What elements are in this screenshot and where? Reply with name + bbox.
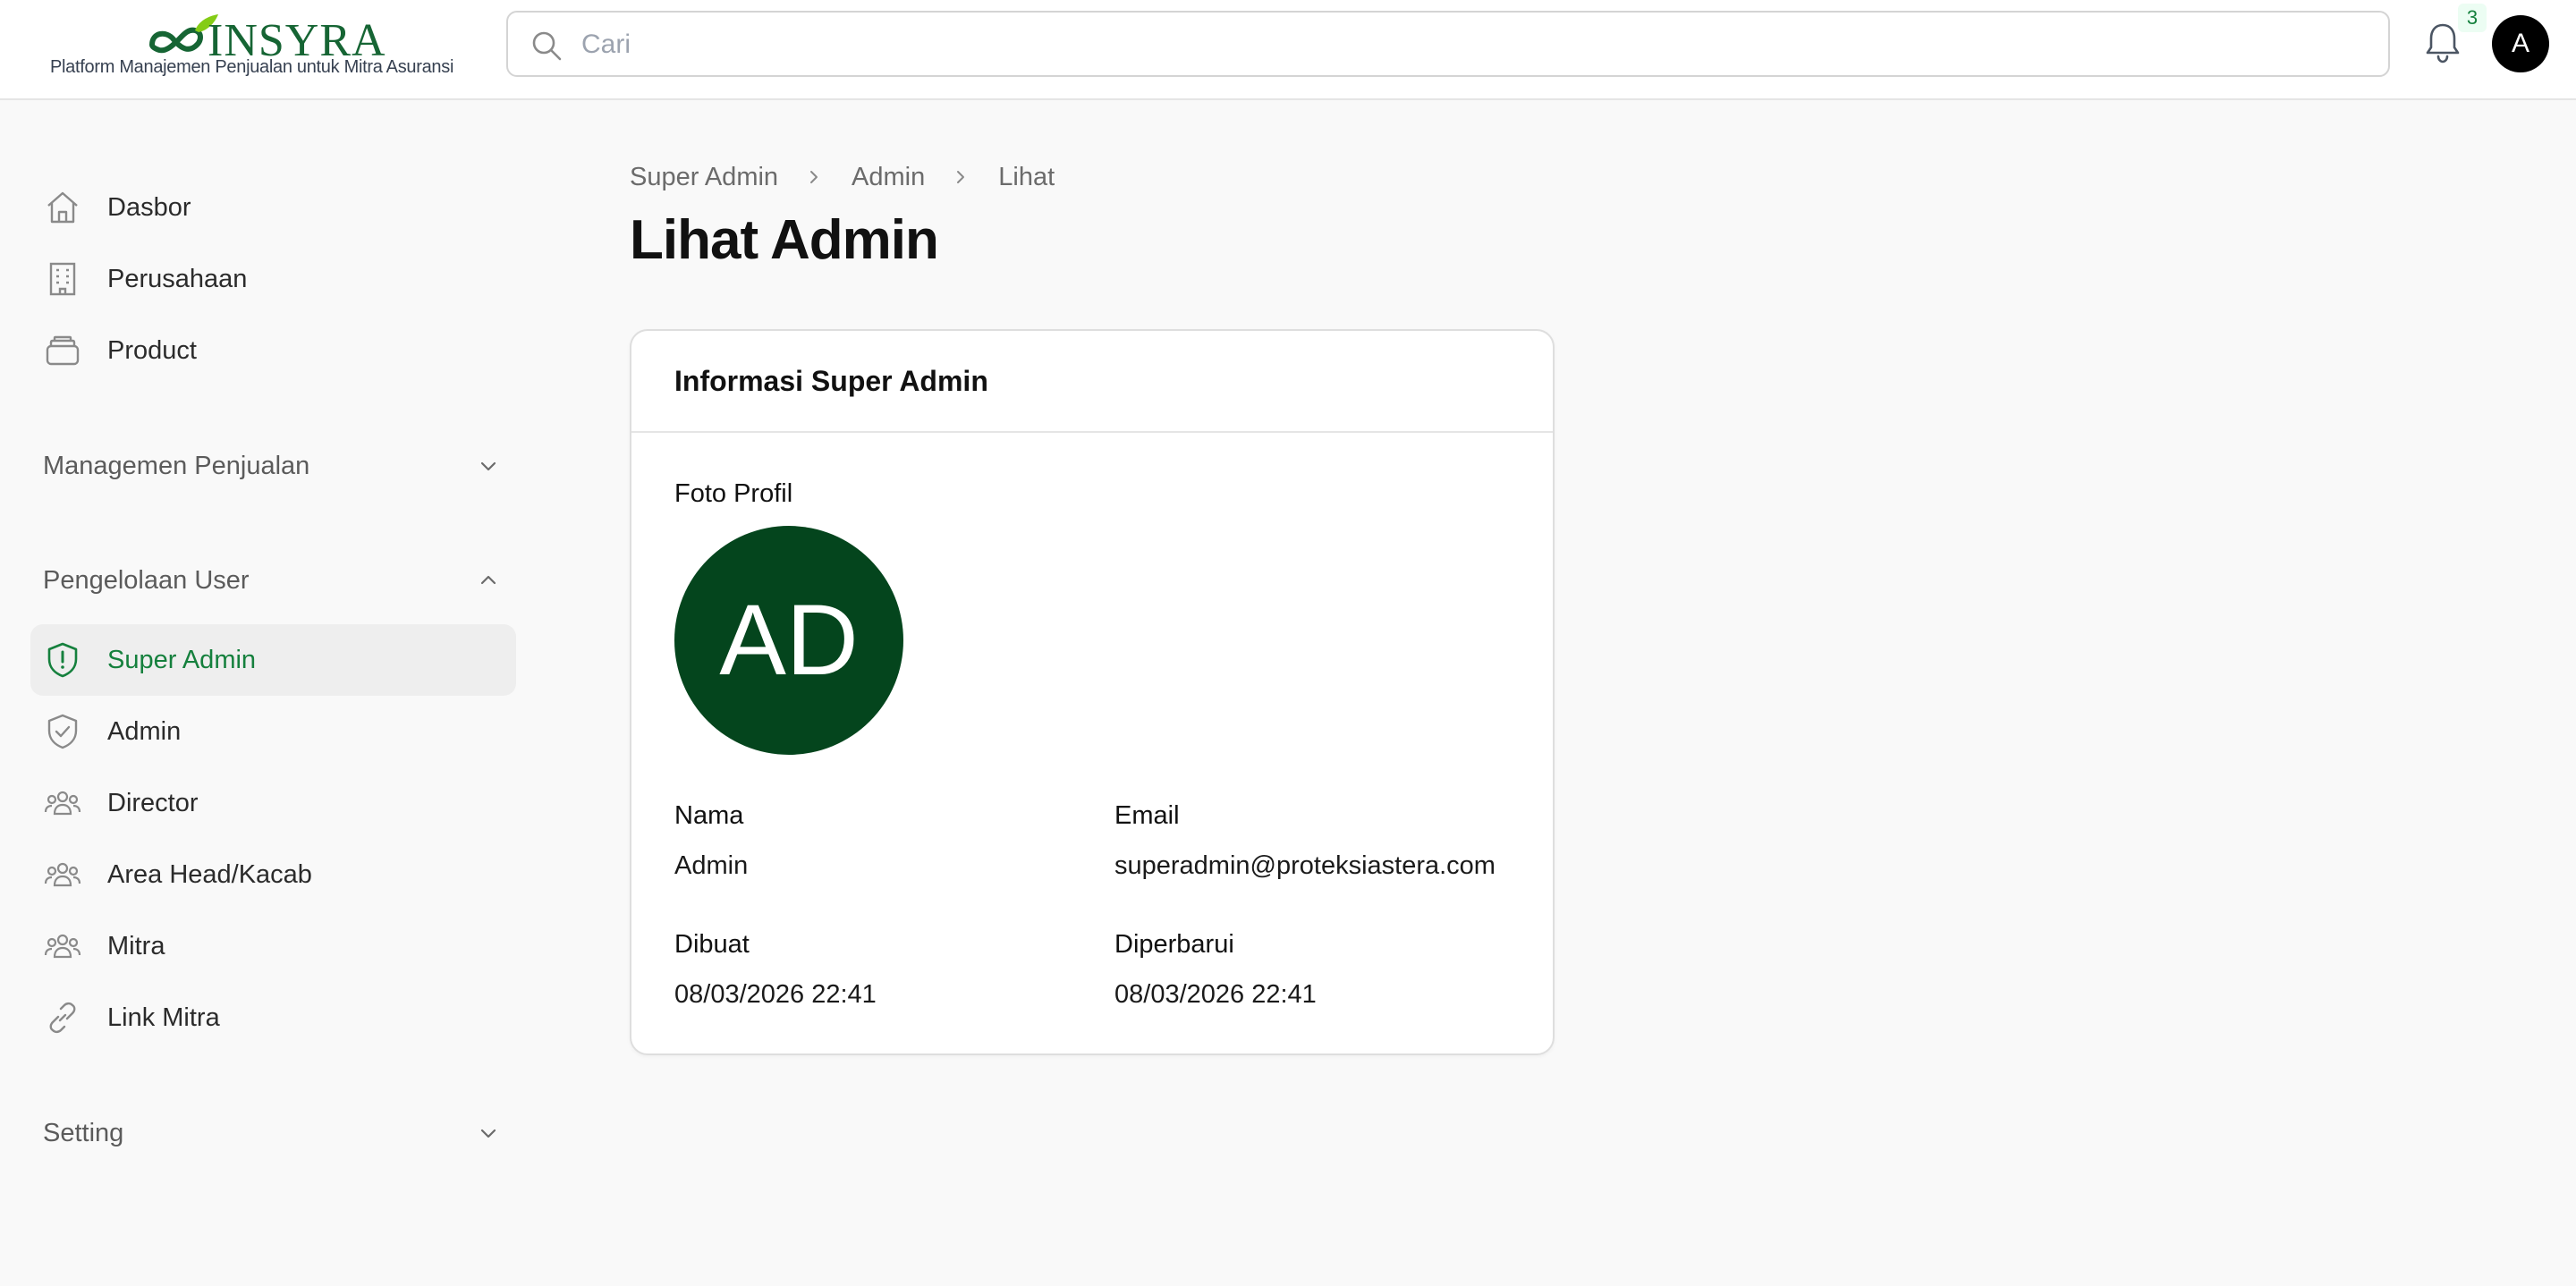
updated-label: Diperbarui [1114, 930, 1234, 959]
sidebar-item-label: Mitra [107, 932, 165, 960]
sidebar-item-area-head-kacab[interactable]: Area Head/Kacab [30, 839, 516, 910]
email-value: superadmin@proteksiastera.com [1114, 851, 1496, 880]
search-box[interactable] [506, 11, 2390, 77]
link-icon [49, 1002, 76, 1034]
shield-check-icon [47, 714, 78, 749]
users-icon [44, 791, 81, 816]
updated-value: 08/03/2026 22:41 [1114, 980, 1317, 1009]
sidebar-item-mitra[interactable]: Mitra [30, 910, 516, 982]
breadcrumb-item-super-admin[interactable]: Super Admin [630, 163, 778, 192]
sidebar-item-director[interactable]: Director [30, 767, 516, 839]
search-input[interactable] [580, 21, 2336, 68]
sidebar-item-super-admin[interactable]: Super Admin [30, 624, 516, 696]
shield-alert-icon [47, 642, 78, 678]
sidebar-item-product[interactable]: Product [30, 315, 516, 386]
sidebar: Dasbor Perusahaan Product Managemen Penj… [0, 100, 537, 1286]
sidebar-item-label: Dasbor [107, 193, 191, 222]
sidebar-group-managemen-penjualan[interactable]: Managemen Penjualan [43, 439, 499, 493]
sidebar-item-label: Admin [107, 717, 182, 746]
sidebar-group-pengelolaan-user[interactable]: Pengelolaan User [43, 554, 499, 607]
brand[interactable]: INSYRA Platform Manajemen Penjualan untu… [48, 9, 478, 91]
users-icon [44, 862, 81, 887]
sidebar-item-label: Super Admin [107, 646, 257, 674]
sidebar-item-label: Perusahaan [107, 265, 248, 293]
sidebar-item-perusahaan[interactable]: Perusahaan [30, 243, 516, 315]
search-icon [532, 31, 562, 61]
chevron-up-icon [480, 575, 496, 585]
info-card: Informasi Super Admin Foto Profil AD Nam… [630, 329, 1555, 1055]
sidebar-item-label: Area Head/Kacab [107, 860, 312, 889]
sidebar-group-setting[interactable]: Setting [43, 1106, 499, 1160]
card-header: Informasi Super Admin [631, 331, 1553, 433]
email-label: Email [1114, 801, 1180, 830]
chevron-down-icon [480, 1129, 496, 1138]
sidebar-item-label: Product [107, 336, 197, 365]
brand-tagline: Platform Manajemen Penjualan untuk Mitra… [50, 57, 454, 77]
chevron-right-icon [957, 171, 965, 183]
breadcrumb-item-admin[interactable]: Admin [852, 163, 925, 192]
card-title: Informasi Super Admin [674, 365, 988, 397]
user-avatar[interactable]: A [2492, 15, 2549, 72]
chevron-down-icon [480, 461, 496, 471]
group-label: Pengelolaan User [43, 566, 250, 595]
building-icon [49, 262, 76, 296]
group-label: Managemen Penjualan [43, 452, 310, 480]
profile-avatar: AD [674, 526, 903, 755]
photo-label: Foto Profil [674, 479, 793, 508]
name-value: Admin [674, 851, 749, 880]
chevron-right-icon [810, 171, 818, 183]
breadcrumb: Super Admin Admin Lihat [630, 157, 1055, 197]
layers-icon [46, 335, 80, 366]
page-title: Lihat Admin [630, 209, 939, 271]
sidebar-item-dasbor[interactable]: Dasbor [30, 172, 516, 243]
name-label: Nama [674, 801, 744, 830]
sidebar-item-link-mitra[interactable]: Link Mitra [30, 982, 516, 1053]
top-bar: INSYRA Platform Manajemen Penjualan untu… [0, 0, 2576, 100]
sidebar-item-admin[interactable]: Admin [30, 696, 516, 767]
group-label: Setting [43, 1119, 124, 1147]
users-icon [44, 934, 81, 959]
home-icon [47, 191, 78, 224]
sidebar-item-label: Link Mitra [107, 1003, 220, 1032]
notification-badge: 3 [2458, 4, 2487, 32]
created-value: 08/03/2026 22:41 [674, 980, 877, 1009]
breadcrumb-item-current: Lihat [998, 162, 1055, 191]
created-label: Dibuat [674, 930, 750, 959]
sidebar-item-label: Director [107, 789, 199, 817]
